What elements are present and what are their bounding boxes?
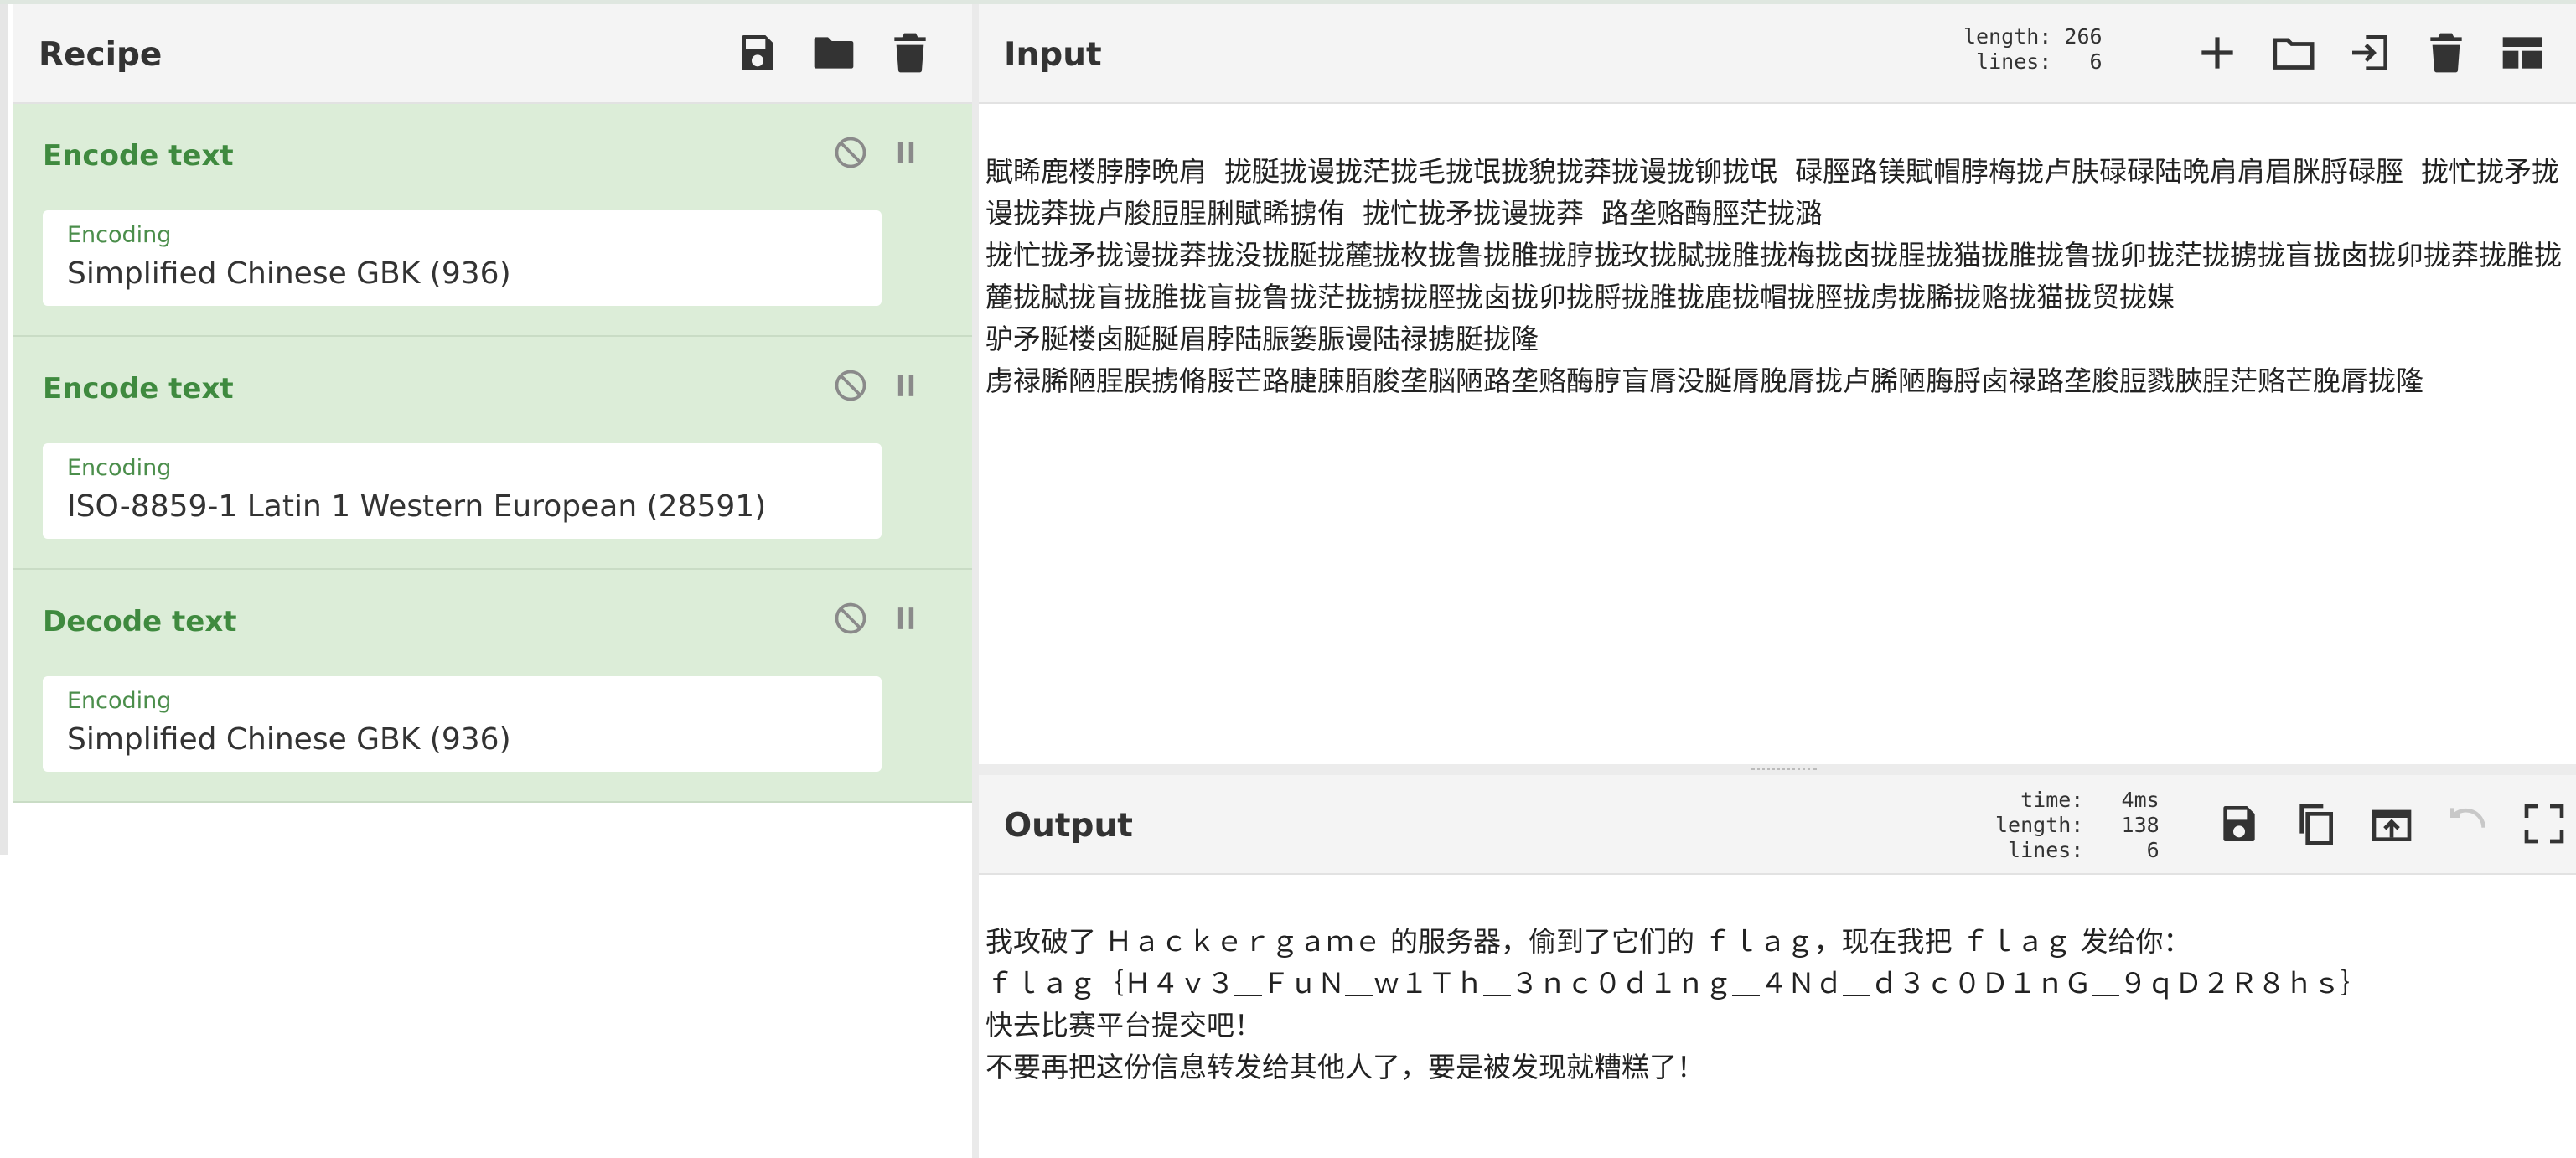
reset-layout-button[interactable] [2499,29,2546,76]
pause-operation-button[interactable] [887,367,924,404]
plus-icon [2201,37,2233,69]
trash-icon [2430,33,2462,73]
pause-icon [897,607,914,629]
encoding-label: Encoding [67,222,172,248]
folder-icon [2273,38,2315,70]
output-textarea[interactable]: 我攻破了 Ｈａｃｋｅｒｇａｍｅ 的服务器，偷到了它们的 ｆｌａｇ，现在我把 ｆｌ… [985,921,2569,1088]
encoding-field[interactable]: Encoding Simplified Chinese GBK (936) [43,210,882,306]
operation-name: Encode text [43,139,234,173]
input-textarea[interactable]: 賦睎鹿楼脖脖晩肩 拢脡拢谩拢茫拢毛拢氓拢貌拢莽拢谩拢铆拢氓 碌脛路镁賦帽脖梅拢卢… [985,151,2569,402]
encoding-value[interactable]: ISO-8859-1 Latin 1 Western European (285… [67,489,766,524]
clear-input-button[interactable] [2423,29,2470,76]
layout-icon [2502,37,2542,69]
disable-operation-button[interactable] [832,367,869,404]
add-input-button[interactable] [2194,29,2241,76]
operation-decode-text[interactable]: Decode text Encoding Simplified Chinese … [13,570,972,803]
pause-icon [897,375,914,396]
input-header: Input length: 266 lines: 6 [979,4,2576,104]
save-recipe-button[interactable] [734,29,781,76]
save-icon [742,35,773,70]
operation-encode-text-1[interactable]: Encode text Encoding Simplified Chinese … [13,104,972,337]
operation-name: Encode text [43,372,234,406]
maximize-output-button[interactable] [2521,800,2568,847]
copy-output-button[interactable] [2292,800,2339,847]
undo-button[interactable] [2444,800,2491,847]
operation-encode-text-2[interactable]: Encode text Encoding ISO-8859-1 Latin 1 … [13,337,972,570]
pause-operation-button[interactable] [887,134,924,171]
undo-icon [2450,808,2485,828]
encoding-label: Encoding [67,688,172,714]
export-icon [2372,809,2412,841]
output-stats: time: 4ms length: 138 lines: 6 [1995,788,2160,862]
recipe-pane-edge [0,4,8,855]
clear-recipe-button[interactable] [887,29,934,76]
folder-icon [814,37,854,69]
open-folder-button[interactable] [2346,29,2393,76]
input-title: Input [1004,36,1102,74]
input-stats: length: 266 lines: 6 [1963,24,2103,74]
encoding-field[interactable]: Encoding Simplified Chinese GBK (936) [43,676,882,772]
disable-icon [835,602,866,634]
save-icon [2223,806,2255,841]
recipe-operations: Encode text Encoding Simplified Chinese … [13,104,972,803]
encoding-label: Encoding [67,455,172,481]
trash-icon [894,33,926,73]
output-title: Output [1004,807,1133,845]
load-recipe-button[interactable] [810,29,857,76]
pane-divider[interactable] [972,4,979,1158]
copy-icon [2299,804,2333,845]
output-header: Output time: 4ms length: 138 lines: 6 [979,775,2576,875]
import-icon [2352,35,2387,70]
maximize-icon [2524,804,2564,844]
operation-name: Decode text [43,605,237,638]
save-output-button[interactable] [2216,800,2263,847]
encoding-value[interactable]: Simplified Chinese GBK (936) [67,722,511,757]
recipe-header: Recipe [13,4,972,104]
disable-operation-button[interactable] [832,134,869,171]
pause-operation-button[interactable] [887,600,924,637]
open-file-button[interactable] [2270,29,2317,76]
recipe-title: Recipe [39,36,163,74]
replace-input-button[interactable] [2368,800,2415,847]
pause-icon [897,142,914,163]
encoding-value[interactable]: Simplified Chinese GBK (936) [67,256,511,291]
disable-icon [835,370,866,401]
encoding-field[interactable]: Encoding ISO-8859-1 Latin 1 Western Euro… [43,443,882,539]
disable-icon [835,137,866,168]
disable-operation-button[interactable] [832,600,869,637]
splitter-grip-icon[interactable] [1751,768,1817,773]
